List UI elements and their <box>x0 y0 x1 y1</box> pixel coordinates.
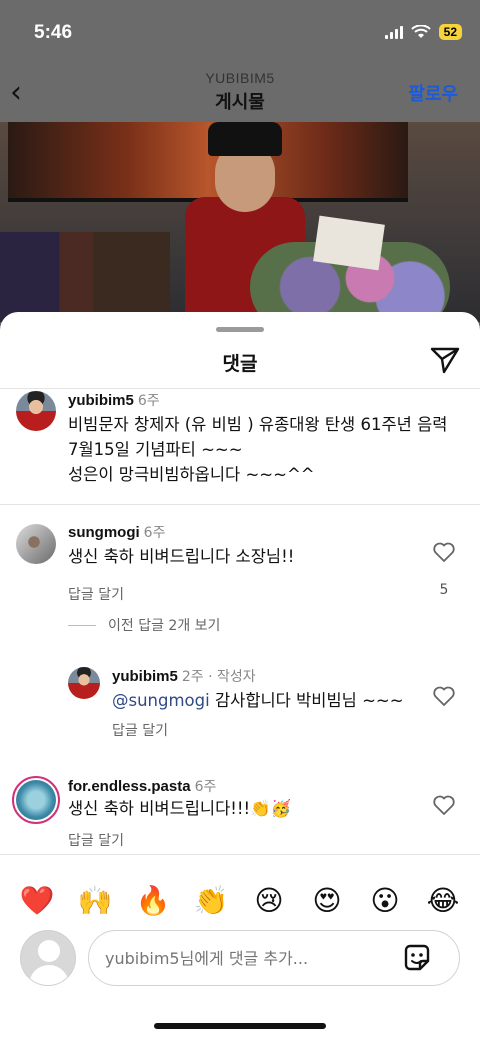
follow-button[interactable]: 팔로우 <box>408 80 458 106</box>
avatar[interactable] <box>12 776 60 824</box>
comments-sheet: 댓글 yubibim5 6주 비빔문자 창제자 (유 비빔 ) 유종대왕 탄생 6… <box>0 312 480 1039</box>
reply-button[interactable]: 답글 달기 <box>68 584 124 604</box>
comment-time: 6주 <box>143 525 166 541</box>
like-heart-icon[interactable] <box>432 794 456 816</box>
sheet-grabber[interactable] <box>216 327 264 332</box>
comment-time: 6주 <box>137 393 160 409</box>
red-heart-emoji-icon[interactable]: ❤️ <box>17 884 57 917</box>
comment-username[interactable]: yubibim5 2주 · 작성자 <box>112 666 256 686</box>
comment-time: 6주 <box>194 779 217 795</box>
view-replies-label: 이전 답글 2개 보기 <box>108 618 221 634</box>
caption-line: 7월15일 기념파티 ~~~ <box>68 440 243 459</box>
sheet-header-divider <box>0 388 480 389</box>
comment-text: 비빔문자 창제자 (유 비빔 ) 유종대왕 탄생 61주년 음력 7월15일 기… <box>68 412 447 487</box>
battery-indicator: 52 <box>438 24 462 40</box>
composer-divider <box>0 854 480 855</box>
reply-text: 감사합니다 박비빔님 ~~~ <box>209 691 404 710</box>
comment-text: @sungmogi 감사합니다 박비빔님 ~~~ <box>112 688 404 713</box>
comment-username[interactable]: sungmogi 6주 <box>68 522 165 542</box>
comment-text: 생신 축하 비벼드립니다 소장님!! <box>68 547 295 566</box>
reply-button[interactable]: 답글 달기 <box>68 830 124 850</box>
photo-gift-boxes <box>0 232 170 322</box>
status-bar: 5:46 52 <box>0 0 480 70</box>
caption-line: 비빔문자 창제자 (유 비빔 ) 유종대왕 탄생 61주년 음력 <box>68 415 448 434</box>
username-text: for.endless.pasta <box>68 778 191 795</box>
emoji-quick-bar: ❤️ 🙌 🔥 👏 😢 😍 😮 😂 <box>0 872 480 928</box>
clapping-hands-emoji-icon[interactable]: 👏 <box>191 884 231 917</box>
home-indicator <box>154 1023 326 1029</box>
username-text: sungmogi <box>68 524 140 541</box>
avatar[interactable] <box>68 667 100 699</box>
caption-line: 성은이 망극비빔하옵니다 ~~~^^ <box>68 465 315 484</box>
fire-emoji-icon[interactable]: 🔥 <box>133 884 173 917</box>
open-mouth-emoji-icon[interactable]: 😮 <box>365 884 405 917</box>
avatar[interactable] <box>16 391 56 431</box>
photo-person-hat <box>208 122 282 156</box>
avatar-image <box>16 780 56 820</box>
status-time: 5:46 <box>34 22 73 43</box>
mention-link[interactable]: @sungmogi <box>112 691 210 710</box>
heart-eyes-emoji-icon[interactable]: 😍 <box>307 884 347 917</box>
photo-card <box>313 215 385 271</box>
sticker-icon[interactable] <box>401 942 433 974</box>
username-text: yubibim5 <box>68 392 134 409</box>
crying-face-emoji-icon[interactable]: 😢 <box>249 884 289 917</box>
wifi-icon <box>410 25 431 38</box>
my-avatar <box>20 930 76 986</box>
username-text: yubibim5 <box>112 668 178 685</box>
share-send-icon[interactable] <box>430 346 460 374</box>
avatar[interactable] <box>16 524 56 564</box>
like-heart-icon[interactable] <box>432 685 456 707</box>
post-photo <box>0 122 480 322</box>
sheet-title: 댓글 <box>222 353 258 375</box>
replies-line <box>68 624 96 626</box>
view-replies-button[interactable]: 이전 답글 2개 보기 <box>68 615 220 635</box>
signal-icon <box>384 25 403 39</box>
raising-hands-emoji-icon[interactable]: 🙌 <box>75 884 115 917</box>
status-icons: 52 <box>384 24 462 40</box>
comment-username[interactable]: for.endless.pasta 6주 <box>68 776 216 796</box>
reply-button[interactable]: 답글 달기 <box>112 720 168 740</box>
like-heart-icon[interactable] <box>432 541 456 563</box>
tears-of-joy-emoji-icon[interactable]: 😂 <box>423 884 463 917</box>
comment-composer <box>0 928 480 988</box>
comment-username[interactable]: yubibim5 6주 <box>68 390 160 410</box>
caption-divider <box>0 504 480 505</box>
like-count: 5 <box>439 582 449 598</box>
comment-text: 생신 축하 비벼드립니다!!!👏🥳 <box>68 799 292 818</box>
comment-time: 2주 · 작성자 <box>181 669 256 685</box>
